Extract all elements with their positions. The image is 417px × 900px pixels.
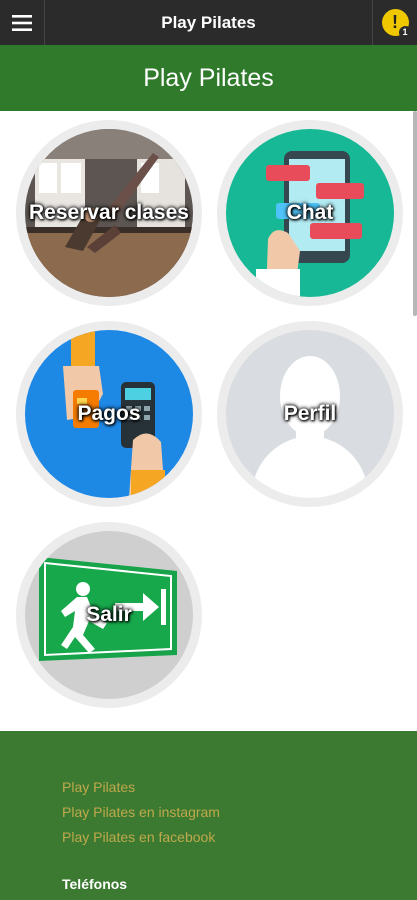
- tile-perfil[interactable]: Perfil: [217, 321, 403, 507]
- scrollbar[interactable]: [413, 111, 417, 316]
- warning-exclamation-icon: ! 1: [381, 9, 412, 39]
- tile-salir[interactable]: Salir: [16, 522, 202, 708]
- footer-link-instagram[interactable]: Play Pilates en instagram: [62, 804, 220, 820]
- tile-reservar-clases[interactable]: Reservar clases: [16, 120, 202, 306]
- payment-card-image: [25, 330, 193, 498]
- footer-link-facebook[interactable]: Play Pilates en facebook: [62, 829, 215, 845]
- notification-symbol: !: [392, 12, 398, 32]
- chat-phone-image: [226, 129, 394, 297]
- tile-pagos[interactable]: Pagos: [16, 321, 202, 507]
- footer: Play Pilates Play Pilates en instagram P…: [0, 731, 417, 900]
- app-title: Play Pilates: [161, 13, 256, 32]
- menu-button[interactable]: [0, 0, 45, 45]
- pilates-class-image: [25, 129, 193, 297]
- profile-silhouette-image: [226, 330, 394, 498]
- footer-link-play-pilates[interactable]: Play Pilates: [62, 779, 135, 795]
- top-app-bar: Play Pilates ! 1: [0, 0, 417, 45]
- notification-count-badge: 1: [398, 26, 412, 39]
- tile-chat[interactable]: Chat: [217, 120, 403, 306]
- exit-sign-image: [25, 531, 193, 699]
- page-title: Play Pilates: [0, 45, 417, 111]
- notifications-button[interactable]: ! 1: [372, 0, 417, 45]
- phones-heading: Teléfonos: [62, 876, 128, 892]
- hamburger-menu-icon: [12, 14, 32, 31]
